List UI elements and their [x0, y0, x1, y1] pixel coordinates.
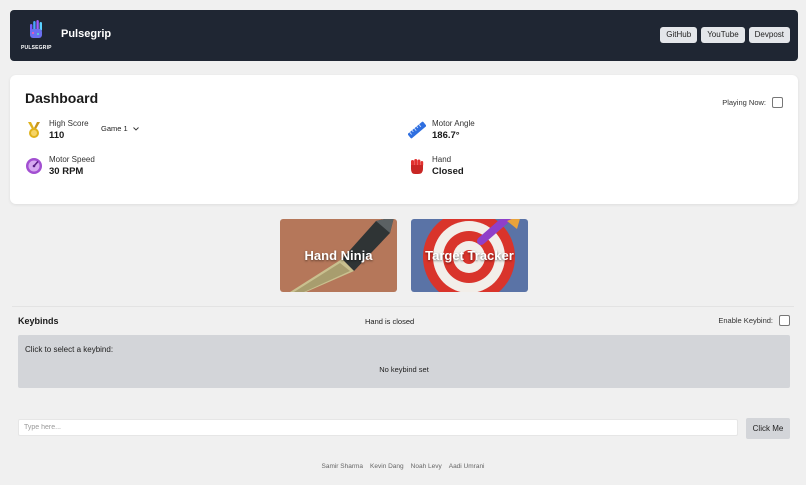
fist-icon — [411, 159, 424, 174]
enable-keybind-toggle: Enable Keybind: — [718, 315, 790, 326]
motor-angle-label: Motor Angle — [432, 119, 475, 128]
hand-logo-icon — [30, 20, 42, 38]
footer-name: Noah Levy — [410, 463, 442, 470]
nav-links: GitHub YouTube Devpost — [660, 27, 790, 43]
logo-text: PULSEGRIP — [21, 45, 52, 51]
hand-label: Hand — [432, 155, 452, 164]
keybind-slot[interactable]: No keybind set — [24, 360, 784, 380]
game-select[interactable]: Game 1 — [97, 122, 143, 136]
game-select-value: Game 1 — [101, 124, 128, 133]
speedometer-icon — [26, 158, 42, 174]
dashboard-card: Dashboard Playing Now: High Score 110 Ga… — [10, 75, 798, 204]
keybind-panel[interactable]: Click to select a keybind: No keybind se… — [18, 335, 790, 388]
target-tracker-label: Target Tracker — [425, 248, 514, 263]
target-tracker-tile[interactable]: Target Tracker — [411, 219, 528, 292]
enable-keybind-label: Enable Keybind: — [718, 316, 773, 325]
hand-status-text: Hand is closed — [365, 317, 415, 326]
keybind-prompt: Click to select a keybind: — [25, 345, 114, 354]
footer-name: Aadi Umrani — [448, 463, 485, 470]
navbar: PULSEGRIP Pulsegrip GitHub YouTube Devpo… — [10, 10, 798, 61]
footer-credits: Samir Sharma Kevin Dang Noah Levy Aadi U… — [0, 463, 806, 470]
playing-now-label: Playing Now: — [722, 98, 766, 107]
click-me-button[interactable]: Click Me — [746, 418, 790, 439]
brand-name[interactable]: Pulsegrip — [61, 28, 111, 40]
page-title: Dashboard — [25, 90, 99, 106]
hand-ninja-label: Hand Ninja — [304, 248, 373, 263]
chevron-down-icon — [132, 127, 139, 131]
enable-keybind-checkbox[interactable] — [779, 315, 790, 326]
footer-name: Samir Sharma — [321, 463, 364, 470]
pulsegrip-logo[interactable]: PULSEGRIP — [21, 18, 52, 54]
motor-angle-value: 186.7° — [432, 130, 460, 141]
motor-speed-value: 30 RPM — [49, 166, 84, 177]
footer-name: Kevin Dang — [370, 463, 404, 470]
devpost-link[interactable]: Devpost — [748, 27, 790, 43]
section-divider — [12, 306, 794, 307]
motor-speed-label: Motor Speed — [49, 155, 95, 164]
playing-now-toggle: Playing Now: — [722, 97, 783, 108]
text-input[interactable] — [18, 419, 738, 436]
youtube-link[interactable]: YouTube — [701, 27, 745, 43]
hand-value: Closed — [432, 166, 464, 177]
high-score-value: 110 — [49, 130, 65, 141]
ruler-icon — [408, 121, 426, 139]
keybinds-title: Keybinds — [18, 316, 59, 326]
medal-icon — [28, 122, 40, 138]
high-score-label: High Score — [49, 119, 89, 128]
github-link[interactable]: GitHub — [660, 27, 698, 43]
hand-ninja-tile[interactable]: Hand Ninja — [280, 219, 397, 292]
playing-now-checkbox[interactable] — [772, 97, 783, 108]
